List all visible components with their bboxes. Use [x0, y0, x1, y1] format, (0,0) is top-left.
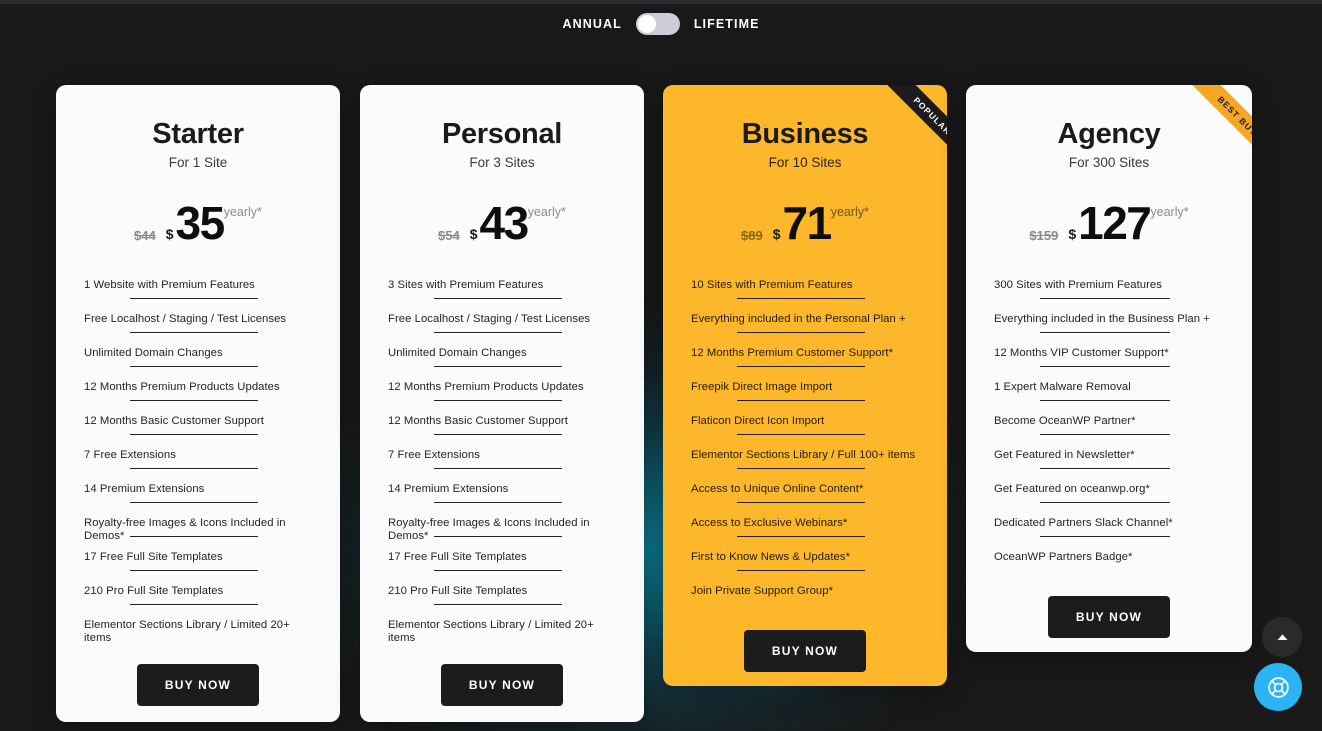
billing-annual-label[interactable]: ANNUAL	[562, 17, 621, 31]
price-period: yearly*	[830, 205, 869, 220]
feature-item: Become OceanWP Partner*	[994, 408, 1224, 442]
feature-item: Royalty-free Images & Icons Included in …	[84, 510, 312, 544]
price-row: $44 $35 yearly*	[84, 197, 312, 254]
price-amount: 43	[479, 197, 530, 250]
feature-item: 7 Free Extensions	[388, 442, 616, 476]
lifebuoy-icon	[1267, 676, 1289, 698]
buy-button-wrap: BUY NOW	[388, 664, 616, 707]
feature-item: Elementor Sections Library / Limited 20+…	[84, 619, 290, 644]
feature-item: 210 Pro Full Site Templates	[388, 578, 616, 612]
price-currency: $	[469, 226, 478, 243]
plan-subtitle: For 10 Sites	[768, 155, 842, 171]
feature-item: 17 Free Full Site Templates	[388, 544, 616, 578]
price-period: yearly*	[1150, 205, 1189, 220]
feature-item: 210 Pro Full Site Templates	[84, 578, 312, 612]
feature-item: First to Know News & Updates*	[691, 544, 919, 578]
feature-item: Flaticon Direct Icon Import	[691, 408, 919, 442]
feature-item: Access to Exclusive Webinars*	[691, 510, 919, 544]
pricing-card-agency: BEST BUY Agency For 300 Sites $159 $127 yearl…	[966, 85, 1252, 652]
feature-item: Dedicated Partners Slack Channel*	[994, 510, 1224, 544]
feature-list: 10 Sites with Premium Features Everything…	[691, 272, 919, 612]
feature-item: 12 Months Premium Products Updates	[388, 374, 616, 408]
feature-item: Get Featured in Newsletter*	[994, 442, 1224, 476]
feature-item: 12 Months Premium Products Updates	[84, 374, 312, 408]
feature-item: 17 Free Full Site Templates	[84, 544, 312, 578]
feature-item: 10 Sites with Premium Features	[691, 272, 919, 306]
feature-list: 300 Sites with Premium Features Everythin…	[994, 272, 1224, 578]
pricing-card-starter: Starter For 1 Site $44 $35 yearly* 1 Website …	[56, 85, 340, 722]
feature-item: Everything included in the Personal Plan…	[691, 306, 919, 340]
price-period: yearly*	[527, 205, 566, 220]
pricing-card-personal: Personal For 3 Sites $54 $43 yearly* 3 Sites …	[360, 85, 644, 722]
buy-now-button[interactable]: BUY NOW	[743, 630, 867, 673]
billing-lifetime-label[interactable]: LIFETIME	[694, 17, 760, 31]
feature-list: 3 Sites with Premium Features Free Localh…	[388, 272, 616, 646]
feature-item: Unlimited Domain Changes	[84, 340, 312, 374]
plan-name: Starter	[152, 118, 244, 150]
price-currency: $	[165, 226, 174, 243]
pricing-card-business: POPULAR Business For 10 Sites $89 $71 yearly*…	[663, 85, 947, 686]
feature-item: Free Localhost / Staging / Test Licenses	[84, 306, 312, 340]
plan-name: Business	[741, 118, 869, 150]
plan-name: Agency	[1057, 118, 1161, 150]
price-period: yearly*	[223, 205, 262, 220]
feature-item: Join Private Support Group*	[691, 585, 834, 598]
feature-item: 12 Months Basic Customer Support	[84, 408, 312, 442]
pricing-cards-container: Starter For 1 Site $44 $35 yearly* 1 Website …	[0, 0, 1322, 731]
feature-list: 1 Website with Premium Features Free Loca…	[84, 272, 312, 646]
feature-item: 1 Website with Premium Features	[84, 272, 312, 306]
feature-item: Get Featured on oceanwp.org*	[994, 476, 1224, 510]
feature-item: Access to Unique Online Content*	[691, 476, 919, 510]
feature-item: 7 Free Extensions	[84, 442, 312, 476]
plan-subtitle: For 300 Sites	[1068, 155, 1150, 171]
feature-item: Free Localhost / Staging / Test Licenses	[388, 306, 616, 340]
price-original: $54	[438, 228, 460, 244]
feature-item: Unlimited Domain Changes	[388, 340, 616, 374]
buy-button-wrap: BUY NOW	[691, 630, 919, 673]
price-amount: 127	[1078, 197, 1152, 250]
buy-now-button[interactable]: BUY NOW	[136, 664, 260, 707]
price-original: $89	[741, 228, 763, 244]
feature-item: Freepik Direct Image Import	[691, 374, 919, 408]
buy-button-wrap: BUY NOW	[994, 596, 1224, 639]
feature-item: 1 Expert Malware Removal	[994, 374, 1224, 408]
feature-item: 14 Premium Extensions	[84, 476, 312, 510]
feature-item: 3 Sites with Premium Features	[388, 272, 616, 306]
billing-period-toggle-row: ANNUAL LIFETIME	[0, 0, 1322, 48]
price-original: $159	[1029, 228, 1059, 244]
price-amount: 35	[175, 197, 226, 250]
plan-subtitle: For 1 Site	[168, 155, 228, 171]
feature-item: 12 Months Basic Customer Support	[388, 408, 616, 442]
price-currency: $	[1068, 226, 1077, 243]
price-currency: $	[772, 226, 781, 243]
buy-now-button[interactable]: BUY NOW	[1047, 596, 1171, 639]
plan-name: Personal	[441, 118, 563, 150]
feature-item: 14 Premium Extensions	[388, 476, 616, 510]
feature-item: Elementor Sections Library / Limited 20+…	[388, 619, 594, 644]
price-row: $159 $127 yearly*	[994, 197, 1224, 254]
feature-item: 12 Months VIP Customer Support*	[994, 340, 1224, 374]
price-row: $54 $43 yearly*	[388, 197, 616, 254]
feature-item: Everything included in the Business Plan…	[994, 306, 1224, 340]
chevron-up-icon	[1277, 633, 1287, 640]
buy-button-wrap: BUY NOW	[84, 664, 312, 707]
feature-item: Elementor Sections Library / Full 100+ i…	[691, 442, 919, 476]
scroll-to-top-button[interactable]	[1262, 617, 1302, 657]
feature-item: OceanWP Partners Badge*	[994, 551, 1133, 564]
feature-item: 12 Months Premium Customer Support*	[691, 340, 919, 374]
buy-now-button[interactable]: BUY NOW	[440, 664, 564, 707]
billing-toggle-knob	[637, 15, 656, 33]
price-original: $44	[134, 228, 156, 244]
support-button[interactable]	[1254, 663, 1302, 711]
price-amount: 71	[782, 197, 833, 250]
feature-item: Royalty-free Images & Icons Included in …	[388, 510, 616, 544]
plan-subtitle: For 3 Sites	[469, 155, 535, 171]
billing-toggle-switch[interactable]	[635, 13, 680, 35]
price-row: $89 $71 yearly*	[691, 197, 919, 254]
feature-item: 300 Sites with Premium Features	[994, 272, 1224, 306]
